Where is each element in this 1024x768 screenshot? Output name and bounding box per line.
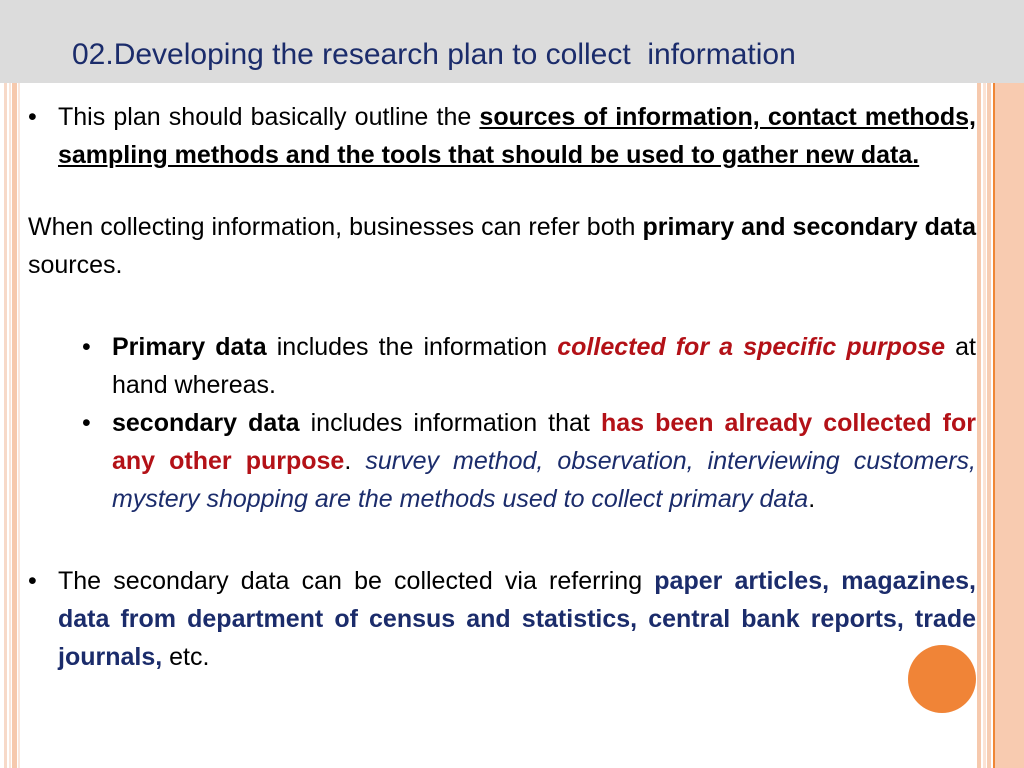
list-item: • This plan should basically outline the…: [28, 98, 976, 174]
list-item: • secondary data includes information th…: [82, 404, 976, 518]
left-stripe-1: [4, 0, 7, 768]
sub1-mid: includes the information: [266, 333, 558, 361]
bullet-marker: •: [28, 103, 37, 131]
para2-part1: When collecting information, businesses …: [28, 213, 643, 241]
para2-part2: sources.: [28, 251, 123, 279]
right-stripe-panel: [995, 0, 1024, 768]
list-item: • Primary data includes the information …: [82, 328, 976, 404]
paragraph-primary-secondary: When collecting information, businesses …: [28, 208, 976, 284]
bullet-1-text: This plan should basically outline the s…: [58, 98, 976, 174]
bullet-marker: •: [82, 333, 91, 361]
sub2-end: .: [808, 485, 816, 513]
sub-bullet-primary-data: Primary data includes the information co…: [112, 328, 976, 404]
list-item: • The secondary data can be collected vi…: [28, 562, 976, 676]
bullet-marker: •: [82, 409, 91, 437]
bullet-2-tail: etc.: [162, 643, 210, 671]
sub-list: • Primary data includes the information …: [82, 328, 976, 518]
sub1-red-italic: collected for a specific purpose: [557, 333, 946, 361]
bullet-2-text: The secondary data can be collected via …: [58, 562, 976, 676]
sub2-mid: includes information that: [299, 409, 601, 437]
right-stripe-2: [983, 0, 986, 768]
slide-canvas: 02.Developing the research plan to colle…: [0, 0, 1024, 768]
left-stripe-4: [18, 0, 20, 768]
left-stripe-2: [9, 0, 11, 768]
sub-bullet-secondary-data: secondary data includes information that…: [112, 404, 976, 518]
sub2-bold: secondary data: [112, 409, 300, 437]
page-title: 02.Developing the research plan to colle…: [72, 38, 796, 71]
right-stripe-4: [993, 0, 995, 768]
slide-body: • This plan should basically outline the…: [28, 98, 976, 676]
left-stripe-3: [12, 0, 17, 768]
bullet-2-lead: The secondary data can be collected via …: [58, 567, 655, 595]
sub1-bold: Primary data: [112, 333, 267, 361]
bullet-1-lead: This plan should basically outline the: [58, 103, 480, 131]
para2-bold: primary and secondary data: [642, 213, 976, 241]
right-stripe-1: [977, 0, 981, 768]
right-stripe-3: [987, 0, 991, 768]
bullet-marker: •: [28, 567, 37, 595]
sub2-dot: .: [344, 447, 366, 475]
